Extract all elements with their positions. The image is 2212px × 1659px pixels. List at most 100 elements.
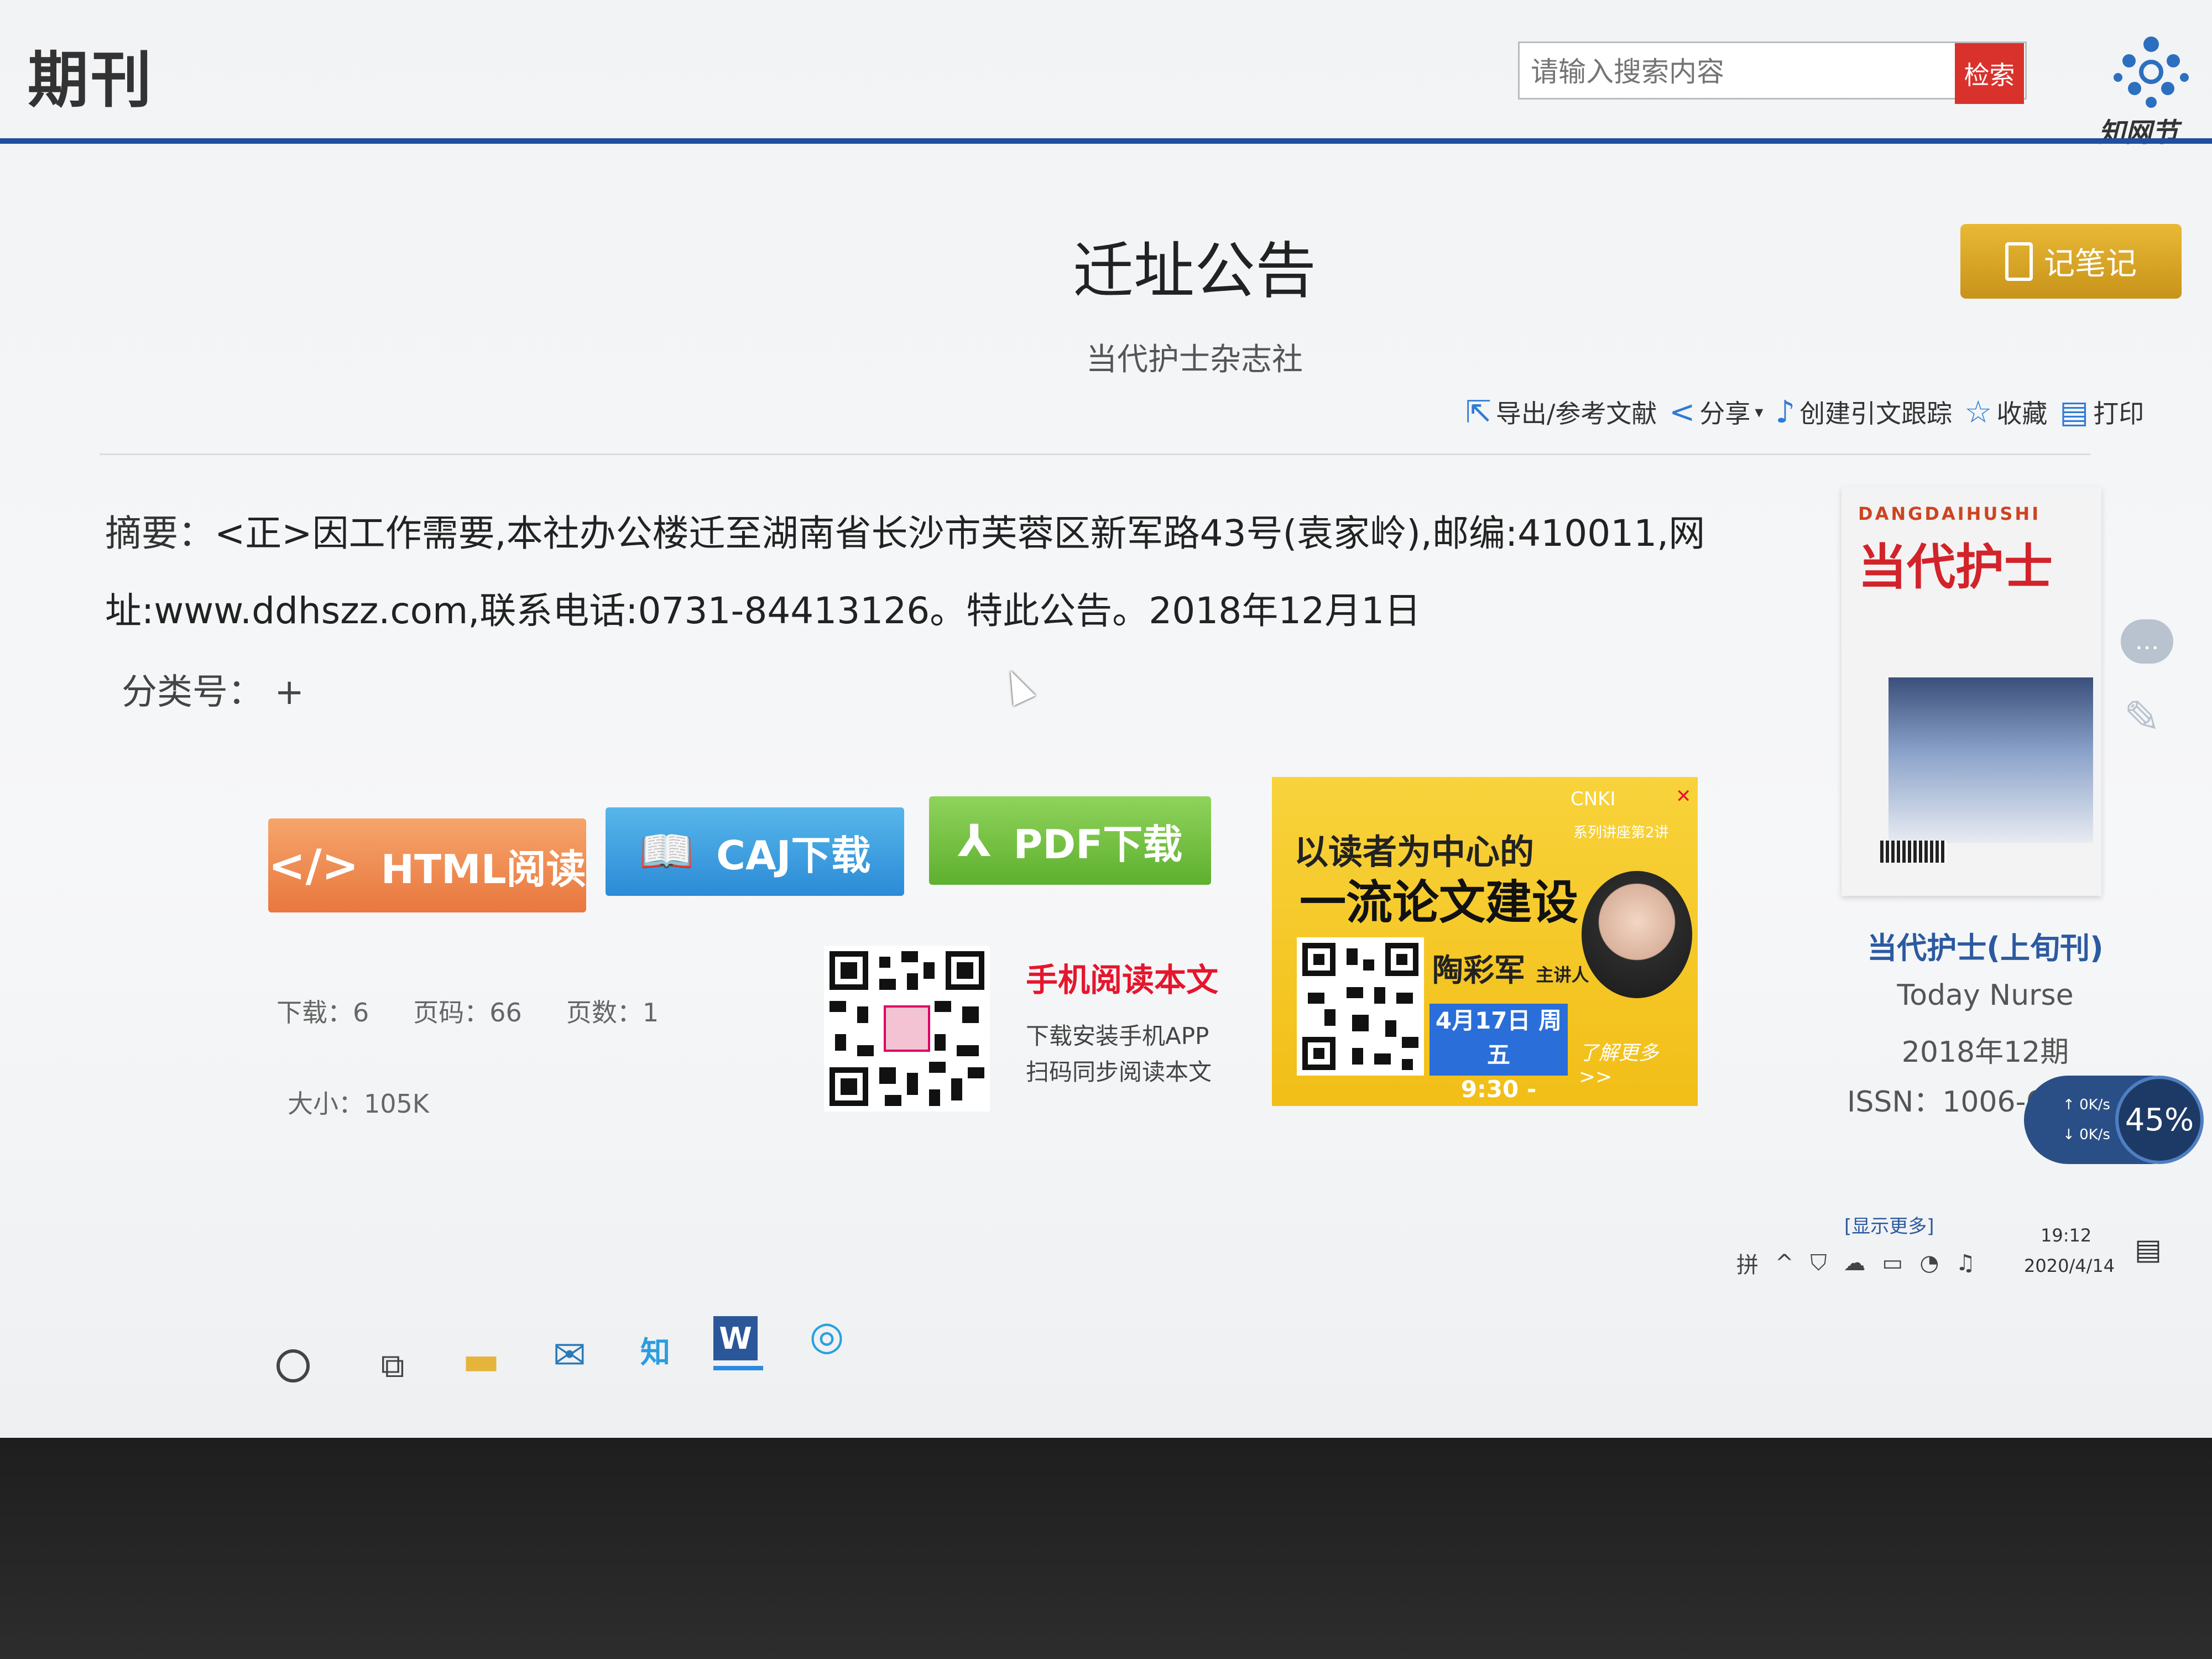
classification: 分类号： + [122, 664, 304, 714]
active-app-indicator [713, 1366, 763, 1370]
ad-date: 4月17日 周五 [1435, 1007, 1562, 1068]
caj-download-button[interactable]: 📖 CAJ下载 [606, 807, 904, 896]
download-stats: 下载：6 页码：66 页数：1 [276, 993, 659, 1029]
mobile-read-hint-1: 下载安装手机APP [1026, 1022, 1209, 1050]
abstract-text-2: 址:www.ddhszz.com,联系电话:0731-84413126。特此公告… [105, 589, 1421, 632]
ad-time: 9:30 - 11:30 [1460, 1076, 1537, 1103]
clock-date[interactable]: 2020/4/14 [2024, 1255, 2115, 1276]
ad-qr-code-icon [1297, 937, 1424, 1076]
favorite-label: 收藏 [1996, 399, 2048, 429]
favorite-button[interactable]: ☆ 收藏 [1964, 394, 2047, 430]
notification-center-icon[interactable]: ▤ [2135, 1233, 2162, 1266]
close-icon[interactable]: ✕ [1676, 785, 1692, 807]
pencil-icon[interactable]: ✎ [2124, 691, 2161, 743]
page-count: 页数：1 [566, 998, 659, 1027]
ad-brand-subtitle: 系列讲座第2讲 [1573, 825, 1669, 841]
note-button[interactable]: 记笔记 [1960, 224, 2182, 299]
share-icon: < [1669, 394, 1695, 430]
track-button[interactable]: ♪ 创建引文跟踪 [1775, 394, 1952, 430]
shield-icon[interactable]: ⛉ [1811, 1250, 1827, 1276]
file-explorer-icon[interactable]: ▬ [453, 1333, 509, 1388]
abstract: 摘要：<正>因工作需要,本社办公楼迁至湖南省长沙市芙蓉区新军路43号(袁家岭),… [105, 495, 1819, 650]
network-speed-widget[interactable]: ↑ 0K/s ↓ 0K/s 45% [2024, 1076, 2204, 1164]
article-author[interactable]: 当代护士杂志社 [1051, 335, 1338, 379]
ad-headline-2: 一流论文建设 [1300, 875, 1579, 930]
notebook-icon [2005, 242, 2033, 281]
wifi-icon[interactable]: ◔ [1919, 1250, 1939, 1276]
volume-icon[interactable]: ♫ [1955, 1250, 1975, 1276]
caj-download-label: CAJ下载 [716, 832, 871, 879]
search-button[interactable]: 检索 [1955, 43, 2024, 104]
file-size: 大小：105K [288, 1089, 429, 1119]
share-label: 分享 [1699, 399, 1751, 429]
download-speed: ↓ 0K/s [2063, 1126, 2110, 1143]
toolbar-divider [100, 453, 2090, 455]
ad-brand: CNKI [1571, 788, 1616, 810]
abstract-label: 摘要： [105, 512, 215, 555]
laptop-bezel [0, 1438, 2212, 1659]
article-toolbar: ⇱ 导出/参考文献 < 分享 ▾ ♪ 创建引文跟踪 ☆ 收藏 ▤ 打印 [1465, 390, 2144, 434]
journal-issue[interactable]: 2018年12期 [1830, 1029, 2140, 1070]
cloud-icon[interactable]: ☁ [1844, 1250, 1866, 1276]
barcode-icon [1880, 841, 1947, 863]
upload-speed: ↑ 0K/s [2063, 1097, 2110, 1113]
star-icon: ☆ [1964, 394, 1992, 430]
upload-speed-value: 0K/s [2079, 1097, 2110, 1113]
share-button[interactable]: < 分享 ▾ [1669, 394, 1763, 430]
cover-photo [1888, 677, 2093, 843]
header: 期刊 检索 知网节 [0, 0, 2212, 148]
search-input[interactable] [1531, 51, 1951, 92]
journal-cover[interactable]: DANGDAIHUSHI 当代护士 [1841, 487, 2101, 896]
chat-bubble-icon[interactable]: … [2121, 619, 2173, 664]
search-box[interactable] [1518, 41, 2027, 100]
ad-banner[interactable]: CNKI 系列讲座第2讲 ✕ 以读者为中心的 一流论文建设 陶彩军 主讲人 4月… [1272, 777, 1698, 1106]
site-title[interactable]: 期刊 [28, 30, 154, 119]
classification-label: 分类号： [122, 672, 263, 713]
journal-english-name: Today Nurse [1897, 979, 2074, 1012]
ad-date-badge: 4月17日 周五 9:30 - 11:30 [1430, 1004, 1568, 1103]
cover-title: 当代护士 [1858, 539, 2053, 596]
clock-time[interactable]: 19:12 [2041, 1225, 2091, 1246]
battery-icon[interactable]: ▭ [1882, 1250, 1903, 1276]
download-speed-value: 0K/s [2079, 1126, 2110, 1143]
mail-icon[interactable]: ✉ [542, 1327, 597, 1383]
header-divider [0, 138, 2212, 144]
task-view-icon[interactable]: ⧉ [365, 1338, 420, 1394]
abstract-line-1: 摘要：<正>因工作需要,本社办公楼迁至湖南省长沙市芙蓉区新军路43号(袁家岭),… [105, 495, 1819, 572]
export-icon: ⇱ [1465, 394, 1491, 430]
journal-name[interactable]: 当代护士(上旬刊) [1830, 924, 2140, 967]
show-more-link[interactable]: [显示更多] [1844, 1211, 1934, 1238]
print-button[interactable]: ▤ 打印 [2059, 394, 2144, 430]
chevron-up-icon[interactable]: ^ [1775, 1250, 1794, 1276]
screen: 期刊 检索 知网节 迁址公告 当代护士杂志社 记笔记 [0, 0, 2212, 1438]
ime-indicator[interactable]: 拼 [1736, 1247, 1759, 1279]
bell-icon: ♪ [1775, 394, 1796, 430]
browser-icon[interactable]: ◎ [799, 1308, 854, 1363]
note-button-label: 记笔记 [2044, 246, 2137, 282]
ad-more-link[interactable]: 了解更多 >> [1579, 1037, 1698, 1088]
track-label: 创建引文跟踪 [1799, 399, 1953, 429]
word-app-icon[interactable]: W [713, 1316, 758, 1360]
pdf-download-button[interactable]: ⅄ PDF下载 [929, 796, 1211, 885]
cover-pinyin: DANGDAIHUSHI [1858, 503, 2041, 524]
taskbar [0, 1288, 2212, 1438]
cortana-search-icon[interactable] [276, 1349, 310, 1383]
html-read-label: HTML阅读 [380, 846, 586, 893]
abstract-text-1: <正>因工作需要,本社办公楼迁至湖南省长沙市芙蓉区新军路43号(袁家岭),邮编:… [215, 512, 1705, 555]
pdf-icon: ⅄ [957, 815, 992, 867]
code-icon: </> [268, 839, 359, 891]
ad-speaker-role: 主讲人 [1536, 964, 1589, 985]
page-code: 页码：66 [413, 998, 522, 1027]
pdf-download-label: PDF下载 [1013, 821, 1183, 868]
export-button[interactable]: ⇱ 导出/参考文献 [1465, 394, 1657, 430]
article-title: 迁址公告 [1073, 236, 1316, 306]
zhihu-app-icon[interactable]: 知 [628, 1322, 683, 1377]
ad-speaker: 陶彩军 主讲人 [1432, 946, 1589, 990]
ad-speaker-name: 陶彩军 [1432, 953, 1525, 989]
memory-percent: 45% [2115, 1076, 2204, 1164]
classification-value[interactable]: + [274, 672, 304, 713]
book-icon: 📖 [639, 826, 695, 877]
html-read-button[interactable]: </> HTML阅读 [268, 818, 586, 912]
qr-code-icon [824, 946, 990, 1112]
mobile-read-title[interactable]: 手机阅读本文 [1026, 954, 1218, 1000]
